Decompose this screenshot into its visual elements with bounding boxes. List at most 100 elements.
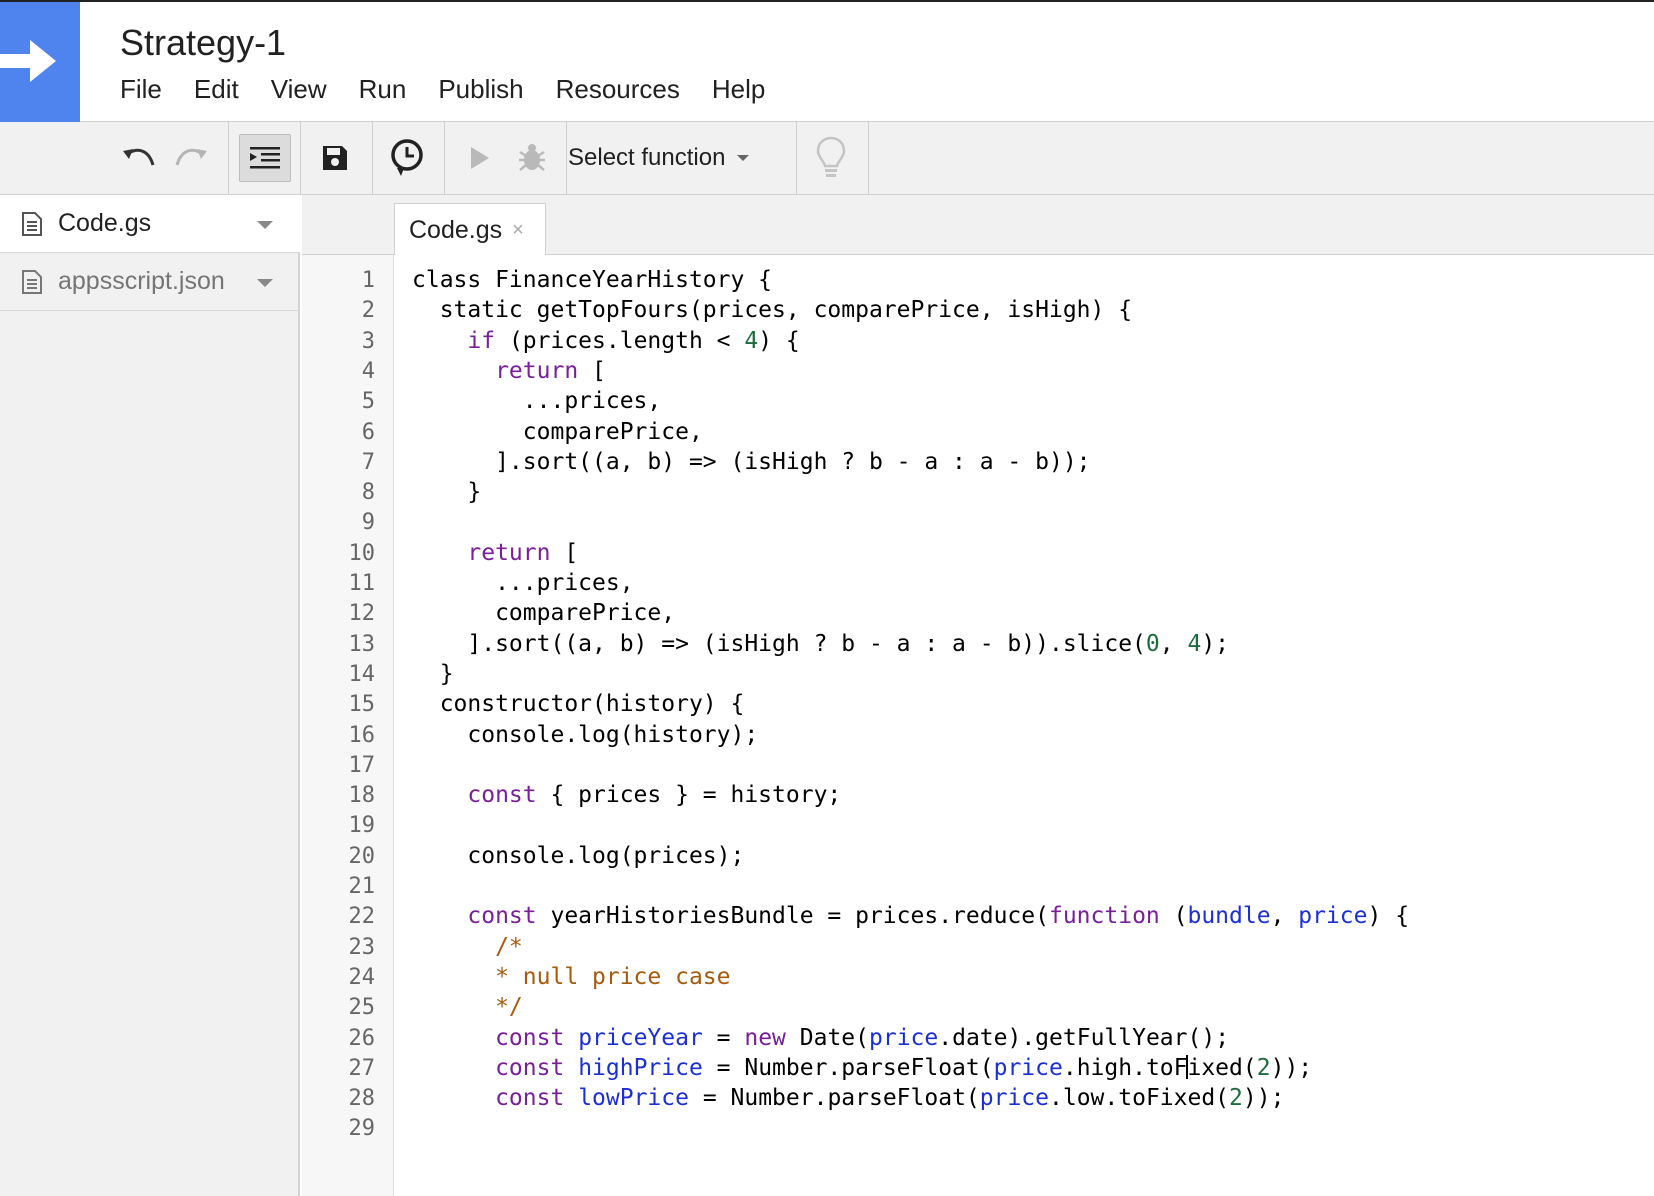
save-button[interactable] bbox=[300, 122, 370, 194]
code-line[interactable]: const lowPrice = Number.parseFloat(price… bbox=[412, 1085, 1284, 1111]
code-token: 0 bbox=[1145, 630, 1160, 657]
line-number: 11 bbox=[348, 571, 376, 596]
code-line[interactable]: ].sort((a, b) => (isHigh ? b - a : a - b… bbox=[412, 631, 1229, 657]
line-number: 19 bbox=[348, 813, 376, 839]
triggers-button[interactable] bbox=[372, 122, 442, 194]
menu-help[interactable]: Help bbox=[712, 74, 765, 105]
code-token: } bbox=[412, 479, 482, 506]
code-line[interactable]: console.log(prices); bbox=[412, 843, 744, 869]
redo-button[interactable] bbox=[170, 122, 214, 194]
code-token: , bbox=[1270, 903, 1299, 930]
undo-button[interactable] bbox=[116, 122, 160, 194]
code-line[interactable]: console.log(history); bbox=[412, 722, 758, 748]
code-token: price bbox=[979, 1085, 1050, 1112]
apps-script-logo[interactable] bbox=[0, 2, 80, 122]
menu-edit[interactable]: Edit bbox=[194, 74, 239, 105]
code-line[interactable]: constructor(history) { bbox=[412, 691, 745, 718]
line-number: 28 bbox=[348, 1086, 376, 1112]
code-token: { prices } = history; bbox=[536, 782, 842, 809]
code-line[interactable]: } bbox=[412, 661, 454, 687]
code-line[interactable]: ...prices, bbox=[412, 388, 661, 414]
code-token: price bbox=[869, 1024, 939, 1051]
code-token: const bbox=[412, 782, 537, 809]
code-line[interactable]: const priceYear = new Date(price.date).g… bbox=[412, 1025, 1229, 1051]
code-token: = Number.parseFloat( bbox=[688, 1085, 980, 1112]
run-button[interactable] bbox=[460, 122, 500, 194]
line-number: 27 bbox=[348, 1055, 376, 1081]
menu-file[interactable]: File bbox=[120, 74, 162, 105]
code-line[interactable]: static getTopFours(prices, comparePrice,… bbox=[412, 297, 1132, 323]
menu-run[interactable]: Run bbox=[359, 74, 407, 105]
line-number: 21 bbox=[348, 874, 376, 899]
chevron-down-icon[interactable] bbox=[257, 221, 273, 229]
code-line[interactable]: const { prices } = history; bbox=[412, 782, 841, 808]
arrow-right-icon bbox=[0, 40, 56, 82]
line-number: 22 bbox=[348, 904, 376, 930]
line-number: 10 bbox=[348, 540, 376, 566]
line-number: 23 bbox=[348, 934, 376, 960]
code-line[interactable]: return [ bbox=[412, 540, 578, 566]
chevron-down-icon bbox=[737, 155, 750, 161]
line-number: 24 bbox=[348, 964, 376, 990]
file-item-code-gs[interactable]: Code.gs bbox=[0, 195, 300, 253]
code-token: } bbox=[412, 660, 454, 687]
menu-bar: File Edit View Run Publish Resources Hel… bbox=[120, 74, 797, 105]
tab-label: Code.gs bbox=[409, 215, 503, 244]
code-token: price bbox=[1298, 903, 1368, 930]
code-line[interactable]: return [ bbox=[412, 358, 606, 384]
code-token: if bbox=[412, 327, 496, 354]
file-item-appsscript-json[interactable]: appsscript.json bbox=[0, 253, 300, 311]
code-token: highPrice bbox=[578, 1054, 703, 1081]
code-line[interactable]: * null price case bbox=[412, 964, 730, 990]
code-line[interactable]: } bbox=[412, 479, 481, 505]
menu-publish[interactable]: Publish bbox=[438, 74, 523, 105]
suggestions-button[interactable] bbox=[796, 122, 866, 194]
indent-button[interactable] bbox=[239, 122, 291, 194]
code-line[interactable]: comparePrice, bbox=[412, 419, 703, 445]
code-line[interactable]: */ bbox=[412, 994, 523, 1020]
toolbar-divider bbox=[444, 122, 445, 194]
code-line[interactable]: const highPrice = Number.parseFloat(pric… bbox=[412, 1054, 1312, 1081]
line-number: 6 bbox=[361, 419, 375, 445]
code-token: )); bbox=[1242, 1085, 1285, 1112]
code-token: return bbox=[412, 357, 579, 384]
code-token: Date( bbox=[785, 1024, 869, 1051]
code-line[interactable]: /* bbox=[412, 934, 523, 960]
code-line[interactable]: if (prices.length < 4) { bbox=[412, 327, 799, 354]
debug-button[interactable] bbox=[508, 122, 556, 194]
code-line[interactable]: class FinanceYearHistory { bbox=[412, 267, 772, 293]
code-editor[interactable]: 1 2 3 4 5 6 7 8 9 10 11 12 13 14 15 16 17 18 19 20 21 22 23 24 2… bbox=[302, 255, 1654, 1196]
tab-code-gs[interactable]: Code.gs × bbox=[394, 203, 546, 256]
project-title[interactable]: Strategy-1 bbox=[120, 22, 286, 64]
code-token: 4 bbox=[744, 327, 759, 354]
code-token: new bbox=[744, 1024, 786, 1051]
code-line[interactable]: ].sort((a, b) => (isHigh ? b - a : a - b… bbox=[412, 449, 1090, 475]
run-icon bbox=[471, 147, 489, 169]
code-token: constructor(history) { bbox=[412, 691, 745, 718]
code-line[interactable]: ...prices, bbox=[412, 570, 633, 596]
chevron-down-icon[interactable] bbox=[257, 279, 273, 287]
line-number: 13 bbox=[348, 631, 376, 657]
code-line[interactable]: const yearHistoriesBundle = prices.reduc… bbox=[412, 903, 1409, 929]
editor-tab-strip: Code.gs × bbox=[302, 195, 1654, 256]
code-token: comparePrice, bbox=[412, 600, 676, 627]
line-number: 18 bbox=[348, 783, 376, 809]
close-icon[interactable]: × bbox=[512, 219, 524, 242]
code-token: 2 bbox=[1229, 1085, 1243, 1112]
code-token: [ bbox=[578, 357, 606, 384]
select-function-dropdown[interactable]: Select function bbox=[568, 122, 750, 194]
code-token: lowPrice bbox=[578, 1085, 689, 1112]
code-token: (prices.length < bbox=[495, 327, 745, 354]
code-line[interactable]: comparePrice, bbox=[412, 600, 675, 626]
triggers-clock-icon bbox=[391, 139, 423, 176]
app-header: Strategy-1 File Edit View Run Publish Re… bbox=[0, 2, 1654, 122]
code-token: class FinanceYearHistory { bbox=[412, 267, 773, 293]
line-number: 7 bbox=[361, 449, 375, 475]
file-name: Code.gs bbox=[58, 209, 152, 237]
line-number: 1 bbox=[361, 268, 375, 293]
menu-resources[interactable]: Resources bbox=[556, 74, 680, 105]
menu-view[interactable]: View bbox=[271, 74, 327, 105]
code-token: /* bbox=[412, 933, 523, 960]
